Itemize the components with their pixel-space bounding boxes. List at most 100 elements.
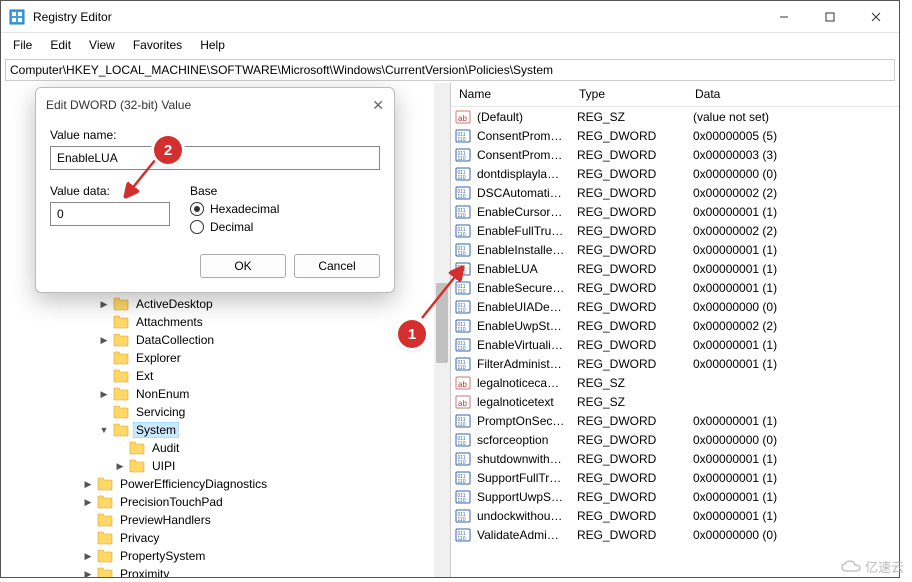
minimize-button[interactable] [761,1,807,33]
value-data: 0x00000001 (1) [687,262,899,276]
tree-label: Ext [133,368,156,384]
menubar: File Edit View Favorites Help [1,33,899,57]
dialog-close-button[interactable]: ✕ [372,97,384,114]
tree-item-propertysystem[interactable]: ▶PropertySystem [1,547,450,565]
value-row[interactable]: 011110FilterAdministra...REG_DWORD0x0000… [451,354,899,373]
value-row[interactable]: 011110EnableUIADeskt...REG_DWORD0x000000… [451,297,899,316]
tree-item-datacollection[interactable]: ▶DataCollection [1,331,450,349]
value-row[interactable]: 011110EnableVirtualizat...REG_DWORD0x000… [451,335,899,354]
list-header: Name Type Data [451,83,899,107]
value-row[interactable]: 011110DSCAutomation...REG_DWORD0x0000000… [451,183,899,202]
radio-decimal[interactable]: Decimal [190,220,279,234]
list-pane[interactable]: Name Type Data ab(Default)REG_SZ(value n… [451,83,899,577]
value-row[interactable]: ab(Default)REG_SZ(value not set) [451,107,899,126]
expand-icon[interactable] [97,351,111,365]
menu-favorites[interactable]: Favorites [125,36,190,54]
value-row[interactable]: ablegalnoticecapti...REG_SZ [451,373,899,392]
expand-icon[interactable]: ▶ [81,549,95,563]
tree-item-activedesktop[interactable]: ▶ActiveDesktop [1,295,450,313]
svg-text:110: 110 [458,232,466,238]
menu-view[interactable]: View [81,36,123,54]
col-header-data[interactable]: Data [687,83,899,106]
value-row[interactable]: 011110dontdisplaylastu...REG_DWORD0x0000… [451,164,899,183]
radio-hexadecimal[interactable]: Hexadecimal [190,202,279,216]
value-row[interactable]: 011110scforceoptionREG_DWORD0x00000000 (… [451,430,899,449]
value-row[interactable]: 011110EnableCursorSu...REG_DWORD0x000000… [451,202,899,221]
expand-icon[interactable]: ▶ [97,333,111,347]
col-header-name[interactable]: Name [451,83,571,106]
value-type: REG_DWORD [571,490,687,504]
base-label: Base [190,184,279,198]
tree-label: UIPI [149,458,178,474]
tree-label: Proximity [117,566,172,577]
expand-icon[interactable]: ▼ [97,423,111,437]
ok-button[interactable]: OK [200,254,286,278]
value-row[interactable]: 011110EnableInstallerD...REG_DWORD0x0000… [451,240,899,259]
value-type: REG_DWORD [571,509,687,523]
expand-icon[interactable]: ▶ [81,567,95,577]
maximize-button[interactable] [807,1,853,33]
tree-item-privacy[interactable]: Privacy [1,529,450,547]
svg-text:110: 110 [458,251,466,257]
value-row[interactable]: 011110ConsentPrompt...REG_DWORD0x0000000… [451,126,899,145]
value-type: REG_DWORD [571,243,687,257]
tree-item-proximity[interactable]: ▶ Proximity [1,565,450,577]
expand-icon[interactable] [97,405,111,419]
expand-icon[interactable] [81,513,95,527]
value-type: REG_SZ [571,376,687,390]
tree-item-ext[interactable]: Ext [1,367,450,385]
value-name: PromptOnSecur... [471,414,571,428]
tree-item-system[interactable]: ▼System [1,421,450,439]
tree-item-previewhandlers[interactable]: PreviewHandlers [1,511,450,529]
value-row[interactable]: 011110SupportUwpStar...REG_DWORD0x000000… [451,487,899,506]
svg-text:110: 110 [458,441,466,447]
value-row[interactable]: 011110ConsentPrompt...REG_DWORD0x0000000… [451,145,899,164]
dialog-title: Edit DWORD (32-bit) Value [46,98,191,112]
close-button[interactable] [853,1,899,33]
expand-icon[interactable]: ▶ [113,459,127,473]
value-row[interactable]: 011110shutdownwitho...REG_DWORD0x0000000… [451,449,899,468]
menu-edit[interactable]: Edit [42,36,79,54]
tree-item-explorer[interactable]: Explorer [1,349,450,367]
value-data: 0x00000001 (1) [687,338,899,352]
value-row[interactable]: 011110EnableFullTrustS...REG_DWORD0x0000… [451,221,899,240]
tree-item-servicing[interactable]: Servicing [1,403,450,421]
annotation-marker-2: 2 [154,136,182,164]
tree-item-powerefficiencydiagnostics[interactable]: ▶PowerEfficiencyDiagnostics [1,475,450,493]
value-row[interactable]: 011110ValidateAdminC...REG_DWORD0x000000… [451,525,899,544]
value-row[interactable]: 011110PromptOnSecur...REG_DWORD0x0000000… [451,411,899,430]
expand-icon[interactable] [97,315,111,329]
value-row[interactable]: 011110EnableUwpStart...REG_DWORD0x000000… [451,316,899,335]
tree-item-uipi[interactable]: ▶ UIPI [1,457,450,475]
value-row[interactable]: 011110EnableLUAREG_DWORD0x00000001 (1) [451,259,899,278]
value-row[interactable]: ablegalnoticetextREG_SZ [451,392,899,411]
col-header-type[interactable]: Type [571,83,687,106]
cancel-button[interactable]: Cancel [294,254,380,278]
value-row[interactable]: 011110SupportFullTrust...REG_DWORD0x0000… [451,468,899,487]
tree-item-nonenum[interactable]: ▶NonEnum [1,385,450,403]
value-row[interactable]: 011110EnableSecureUI...REG_DWORD0x000000… [451,278,899,297]
expand-icon[interactable]: ▶ [81,495,95,509]
tree-item-precisiontouchpad[interactable]: ▶PrecisionTouchPad [1,493,450,511]
value-type: REG_DWORD [571,528,687,542]
value-type: REG_DWORD [571,224,687,238]
expand-icon[interactable]: ▶ [97,297,111,311]
value-row[interactable]: 011110undockwithoutl...REG_DWORD0x000000… [451,506,899,525]
value-name: ConsentPrompt... [471,148,571,162]
tree-label: PreviewHandlers [117,512,214,528]
svg-text:110: 110 [458,422,466,428]
expand-icon[interactable] [97,369,111,383]
expand-icon[interactable]: ▶ [81,477,95,491]
address-bar[interactable]: Computer\HKEY_LOCAL_MACHINE\SOFTWARE\Mic… [5,59,895,81]
value-name: EnableCursorSu... [471,205,571,219]
value-name-input[interactable] [50,146,380,170]
tree-scrollbar[interactable] [434,83,450,577]
menu-file[interactable]: File [5,36,40,54]
expand-icon[interactable]: ▶ [97,387,111,401]
tree-item-attachments[interactable]: Attachments [1,313,450,331]
menu-help[interactable]: Help [192,36,233,54]
tree-item-audit[interactable]: Audit [1,439,450,457]
expand-icon[interactable] [113,441,127,455]
expand-icon[interactable] [81,531,95,545]
svg-text:110: 110 [458,517,466,523]
